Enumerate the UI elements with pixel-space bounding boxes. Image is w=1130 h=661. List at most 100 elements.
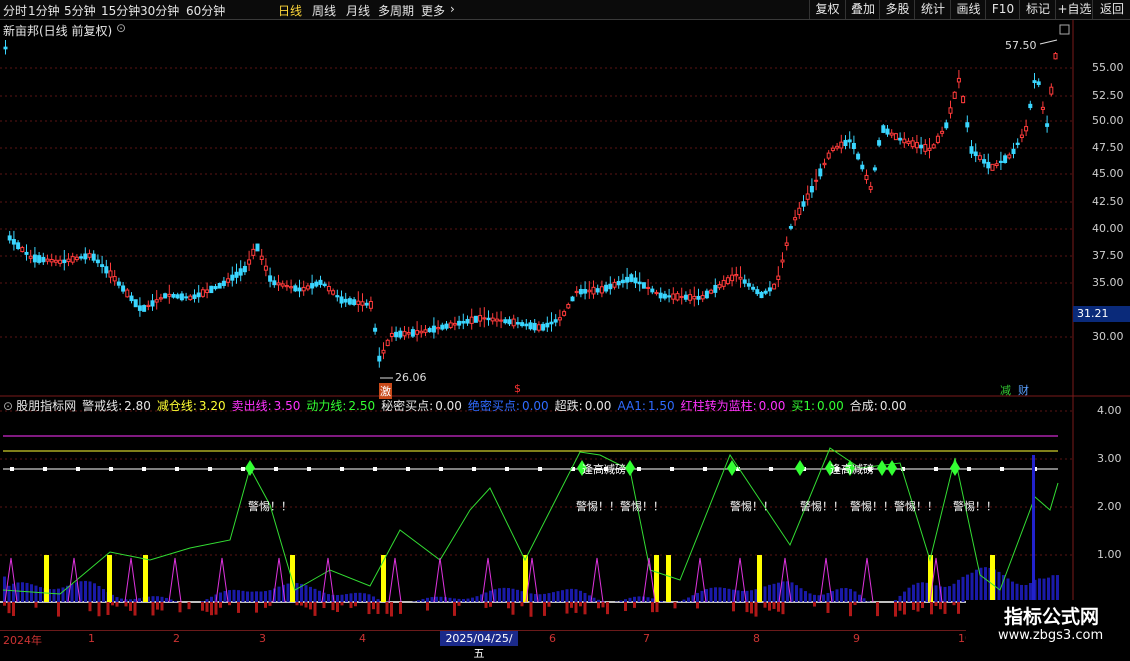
signal-annotation: 警惕！！ <box>730 498 774 514</box>
candle-body <box>764 291 767 293</box>
histogram-bar-neg <box>255 602 258 613</box>
candle-body <box>277 283 280 285</box>
histogram-bar <box>278 587 281 602</box>
cursor-date: 2025/04/25/五 <box>440 631 518 646</box>
candle-body <box>1033 81 1036 83</box>
candle-body <box>235 272 238 277</box>
candle-body <box>886 129 889 134</box>
histogram-bar <box>341 595 344 602</box>
settings-icon[interactable]: ⊙ <box>116 21 126 35</box>
histogram-bar-neg <box>314 602 317 616</box>
candle-body <box>12 240 15 245</box>
signal-marker-jian[interactable]: 减 <box>1000 382 1011 398</box>
candle-body <box>50 259 53 261</box>
histogram-bar-neg <box>89 602 92 611</box>
warning-dot <box>43 467 47 471</box>
candle-body <box>1029 104 1032 107</box>
signal-annotation: 警惕！！警惕！！ <box>576 498 664 514</box>
histogram-bar-neg <box>507 602 510 608</box>
histogram-bar-neg <box>386 602 389 614</box>
candle-body <box>621 280 624 282</box>
candle-body <box>575 291 578 292</box>
candle-body <box>844 140 847 145</box>
histogram-bar-neg <box>350 602 353 608</box>
signal-marker-cai[interactable]: 财 <box>1018 382 1029 398</box>
candle-body <box>88 254 91 258</box>
candle-body <box>663 294 666 298</box>
candle-body <box>684 295 687 299</box>
settings-icon[interactable]: ⊙ <box>3 399 13 413</box>
histogram-bar <box>98 586 101 602</box>
candle-body <box>810 187 813 192</box>
candle-body <box>756 290 759 294</box>
candle-body <box>180 294 183 300</box>
indicator-item: 卖出线:3.50 <box>232 399 301 413</box>
candle-body <box>537 325 540 330</box>
histogram-bar <box>467 599 470 602</box>
candle-body <box>4 47 7 49</box>
histogram-bar <box>570 589 573 602</box>
histogram-bar <box>822 595 825 602</box>
candle-body <box>466 319 469 323</box>
yellow-signal-bar <box>654 555 659 602</box>
candle-body <box>378 356 381 361</box>
histogram-bar <box>638 596 641 602</box>
warning-dot <box>76 467 80 471</box>
histogram-bar-neg <box>399 602 402 614</box>
candle-body <box>336 296 339 297</box>
signal-annotation: 警惕！！警惕！！ <box>850 498 938 514</box>
signal-marker-dollar[interactable]: $ <box>514 382 521 395</box>
candle-body <box>857 154 860 159</box>
magenta-spike <box>779 558 791 602</box>
candle-body <box>693 296 696 298</box>
date-label: 2024年 <box>3 632 42 648</box>
candle-body <box>512 319 515 326</box>
candle-body <box>298 288 301 291</box>
histogram-bar-neg <box>210 602 213 615</box>
histogram-bar <box>998 572 1001 602</box>
histogram-bar-neg <box>57 602 60 617</box>
histogram-bar <box>206 599 209 602</box>
histogram-bar-neg <box>575 602 578 613</box>
candle-body <box>680 296 683 297</box>
price-tick: 50.00 <box>1092 114 1124 127</box>
histogram-bar <box>233 590 236 602</box>
candle-body <box>655 292 658 293</box>
candle-body <box>907 141 910 143</box>
magenta-spike <box>389 558 401 602</box>
candle-body <box>201 290 204 297</box>
candle-body <box>642 283 645 288</box>
indicator-item-value: 2.50 <box>348 399 375 413</box>
indicator-item: 减仓线:3.20 <box>157 399 226 413</box>
candle-body <box>1041 107 1044 109</box>
histogram-bar-neg <box>755 602 758 617</box>
histogram-bar-neg <box>111 602 114 605</box>
histogram-bar <box>750 590 753 602</box>
histogram-bar-neg <box>584 602 587 614</box>
candlestick-chart[interactable] <box>0 0 1130 650</box>
indicator-name[interactable]: 股朋指标网 <box>16 399 76 413</box>
signal-marker-ji[interactable]: 激 <box>379 383 392 399</box>
warning-dot <box>967 467 971 471</box>
candle-body <box>285 286 288 287</box>
candle-body <box>75 257 78 259</box>
buy-arrow <box>625 460 635 476</box>
histogram-bar-neg <box>426 602 429 611</box>
histogram-bar <box>597 600 600 602</box>
candle-body <box>1050 87 1053 94</box>
candle-body <box>550 322 553 324</box>
candle-body <box>710 290 713 293</box>
signal-annotation: 警惕！！ <box>953 498 997 514</box>
histogram-bar <box>584 593 587 602</box>
histogram-bar <box>246 591 249 602</box>
histogram-bar-neg <box>939 602 942 609</box>
histogram-bar <box>629 598 632 602</box>
histogram-bar <box>120 599 123 602</box>
histogram-bar-neg <box>116 602 119 607</box>
histogram-bar-neg <box>228 602 231 605</box>
histogram-bar <box>228 590 231 602</box>
candle-body <box>890 133 893 135</box>
histogram-bar <box>458 599 461 602</box>
candle-body <box>987 162 990 167</box>
yellow-signal-bar <box>143 555 148 602</box>
